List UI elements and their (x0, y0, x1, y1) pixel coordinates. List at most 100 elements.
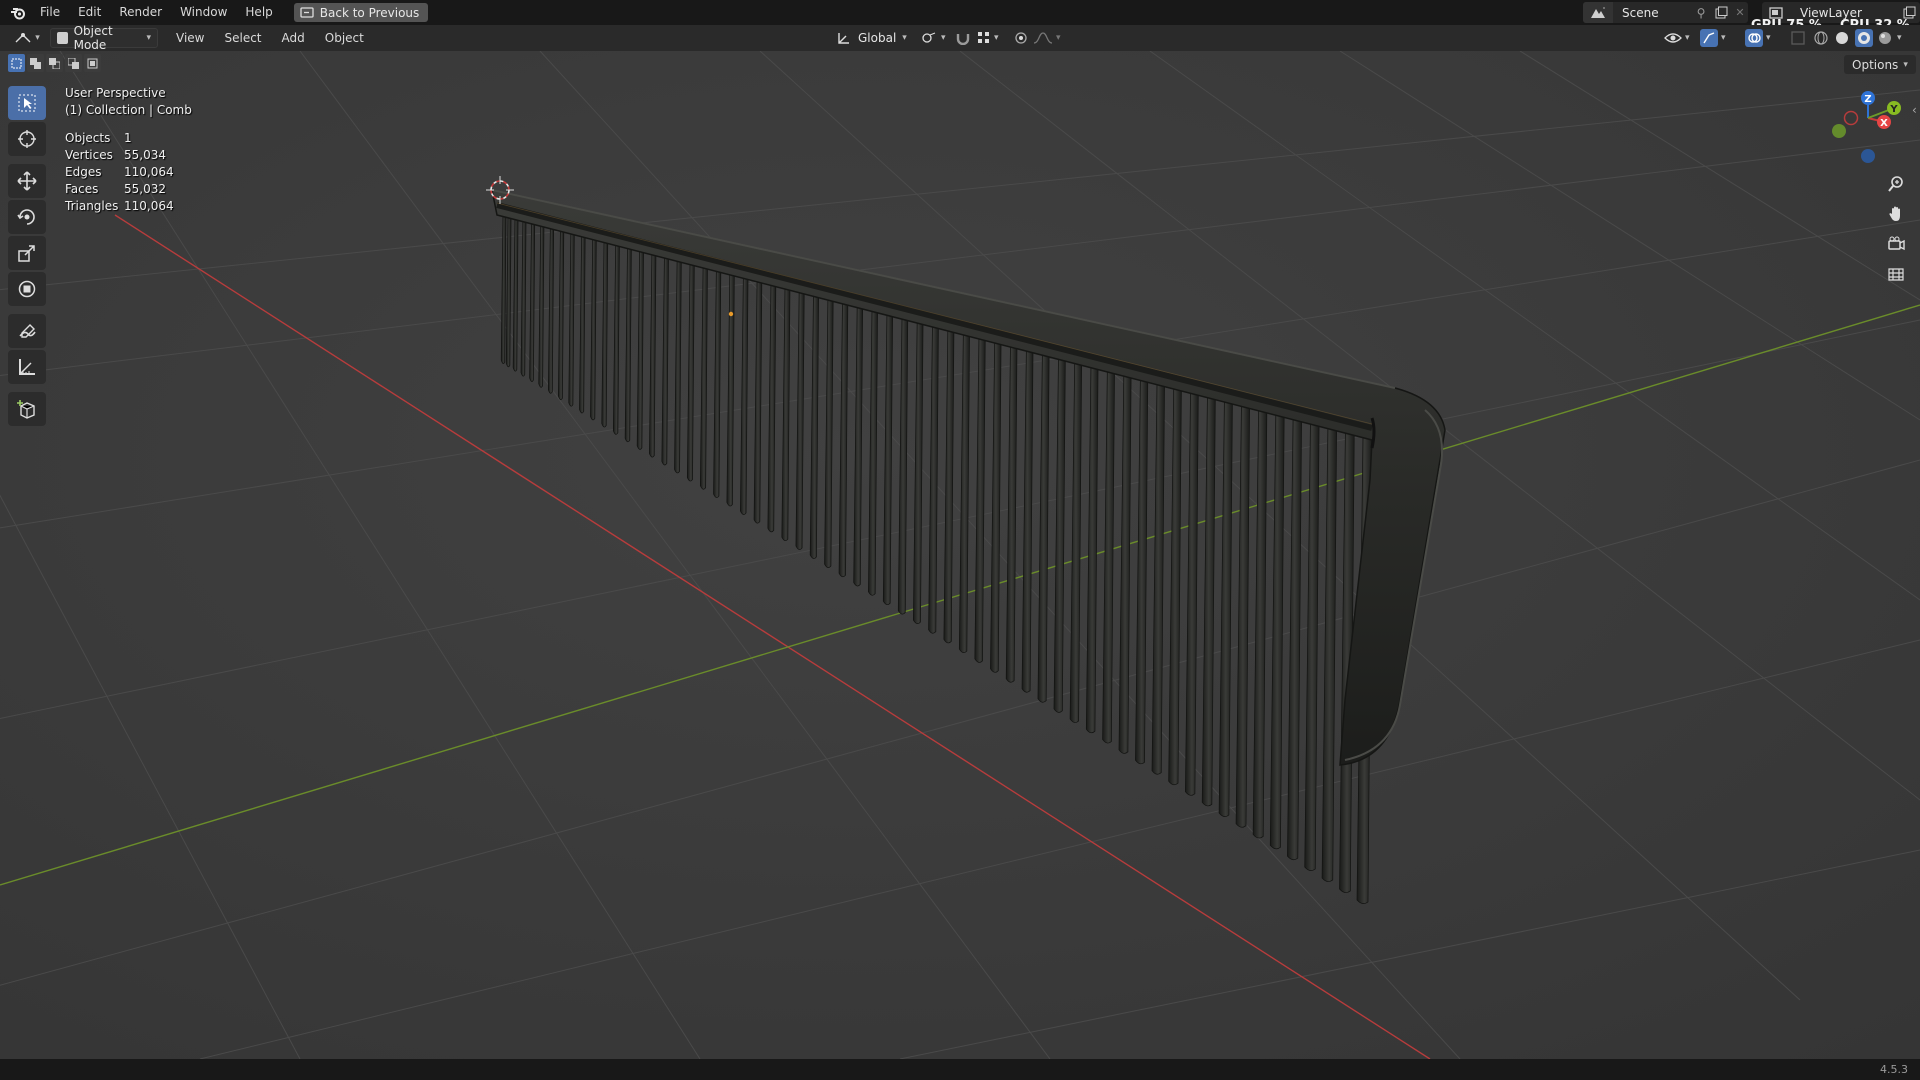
xray-toggle[interactable] (1790, 28, 1806, 48)
pencil-icon (19, 324, 36, 338)
proportional-editing-toggle[interactable] (1013, 28, 1029, 48)
object-mode-dropdown[interactable]: Object Mode ▾ (50, 24, 158, 52)
version-label: 4.5.3 (1880, 1063, 1908, 1076)
shading-wireframe[interactable] (1813, 28, 1829, 48)
eye-icon (1664, 33, 1682, 43)
navigation-buttons (1881, 170, 1911, 290)
remove-scene-icon[interactable]: ✕ (1732, 6, 1748, 19)
stat-label: Faces (65, 182, 99, 196)
viewport-background (0, 51, 1920, 1059)
gizmo-toggle[interactable]: ▾ (1700, 28, 1726, 48)
crosshair-icon (18, 130, 36, 148)
zoom-icon[interactable] (1881, 170, 1911, 198)
chevron-down-icon: ▾ (902, 33, 907, 43)
status-bar: 4.5.3 (0, 1059, 1920, 1080)
snap-grid-icon (978, 32, 989, 43)
menu-render[interactable]: Render (110, 0, 171, 25)
overlays-toggle[interactable]: ▾ (1745, 28, 1771, 48)
tool-shelf (8, 86, 48, 428)
shading-solid[interactable] (1834, 28, 1850, 48)
solid-sphere-icon (1836, 32, 1848, 44)
viewport-scene[interactable] (0, 51, 1920, 1059)
measure-tool[interactable] (8, 350, 46, 384)
cursor-tool[interactable] (8, 122, 46, 156)
select-new-icon[interactable] (8, 54, 25, 72)
shading-material[interactable] (1855, 28, 1873, 48)
pan-hand-icon[interactable] (1881, 200, 1911, 228)
options-dropdown[interactable]: Options ▾ (1844, 55, 1916, 74)
selection-mode-toggles (8, 54, 101, 74)
stat-value: 1 (124, 131, 132, 145)
menu-edit[interactable]: Edit (69, 0, 110, 25)
rotate-tool[interactable] (8, 200, 46, 234)
3d-viewport[interactable] (0, 51, 1920, 1059)
sidebar-toggle-icon[interactable]: ‹ (1912, 103, 1917, 117)
camera-view-icon[interactable] (1881, 230, 1911, 258)
perspective-toggle-icon[interactable] (1881, 260, 1911, 288)
gizmo-neg-x[interactable] (1843, 110, 1859, 126)
gizmo-neg-z[interactable] (1861, 149, 1875, 163)
pivot-point-dropdown[interactable]: ▾ (920, 28, 946, 48)
stat-value: 55,032 (124, 182, 166, 196)
menu-window[interactable]: Window (171, 0, 236, 25)
move-tool[interactable] (8, 164, 46, 198)
menu-add[interactable]: Add (272, 31, 315, 45)
scene-name[interactable]: Scene (1613, 6, 1692, 20)
object-mode-label: Object Mode (73, 24, 113, 52)
stat-value: 110,064 (124, 199, 174, 213)
falloff-dropdown[interactable]: ▾ (1033, 28, 1061, 48)
annotate-tool[interactable] (8, 314, 46, 348)
shading-rendered[interactable] (1877, 28, 1893, 48)
ruler-icon (19, 359, 35, 375)
scene-icon[interactable] (1583, 2, 1613, 23)
menu-view[interactable]: View (166, 31, 214, 45)
wireframe-sphere-icon (1814, 31, 1828, 45)
editor-type-selector[interactable]: ▾ (6, 27, 48, 49)
chevron-down-icon: ▾ (146, 33, 151, 43)
scale-tool[interactable] (8, 236, 46, 270)
stat-row: Vertices 55,034 (65, 148, 192, 165)
menu-select[interactable]: Select (214, 31, 271, 45)
select-invert-icon[interactable] (65, 54, 82, 72)
shading-options-dropdown[interactable]: ▾ (1897, 28, 1902, 48)
gizmo-z-label: Z (1864, 94, 1871, 105)
snap-target-dropdown[interactable]: ▾ (977, 28, 999, 48)
snap-toggle[interactable] (955, 28, 971, 48)
back-to-previous-button[interactable]: Back to Previous (293, 3, 429, 22)
gizmo-neg-y[interactable] (1832, 124, 1846, 138)
pin-icon[interactable]: ⚲ (1692, 6, 1710, 20)
scene-statistics: Objects 1 Vertices 55,034 Edges 110,064 Fac… (65, 131, 192, 216)
orientation-icon (838, 33, 849, 44)
back-to-previous-label: Back to Previous (319, 5, 420, 20)
viewport-header: ▾ Object Mode ▾ View Select Add Object G… (0, 24, 1920, 52)
select-subtract-icon[interactable] (46, 54, 63, 72)
gizmo-y-label: Y (1889, 104, 1898, 115)
object-origin (728, 311, 734, 317)
visibility-dropdown[interactable]: ▾ (1664, 28, 1690, 48)
transform-orientation-dropdown[interactable]: Global ▾ (836, 28, 907, 48)
gizmo-x-label: X (1880, 118, 1888, 129)
select-intersect-icon[interactable] (84, 54, 101, 72)
stat-row: Edges 110,064 (65, 165, 192, 182)
orientation-label: Global (858, 31, 897, 45)
blender-logo-icon[interactable] (5, 0, 31, 25)
falloff-curve-icon (1033, 32, 1053, 44)
select-extend-icon[interactable] (27, 54, 44, 72)
select-box-tool[interactable] (8, 86, 46, 120)
stat-label: Triangles (65, 199, 119, 213)
menu-help[interactable]: Help (236, 0, 281, 25)
navigation-gizmo[interactable]: Z X Y (1826, 86, 1906, 166)
stat-row: Objects 1 (65, 131, 192, 148)
menu-file[interactable]: File (31, 0, 69, 25)
scale-icon (18, 245, 35, 262)
xray-icon (1791, 31, 1805, 45)
add-cube-icon (17, 400, 35, 419)
menu-object[interactable]: Object (315, 31, 374, 45)
pivot-icon (922, 32, 936, 43)
add-cube-tool[interactable] (8, 392, 46, 426)
options-label: Options (1852, 57, 1899, 72)
transform-tool[interactable] (8, 272, 46, 306)
new-scene-icon[interactable] (1710, 2, 1732, 23)
scene-selector[interactable]: Scene ⚲ ✕ (1583, 2, 1748, 23)
collection-info: (1) Collection | Comb (65, 103, 192, 117)
